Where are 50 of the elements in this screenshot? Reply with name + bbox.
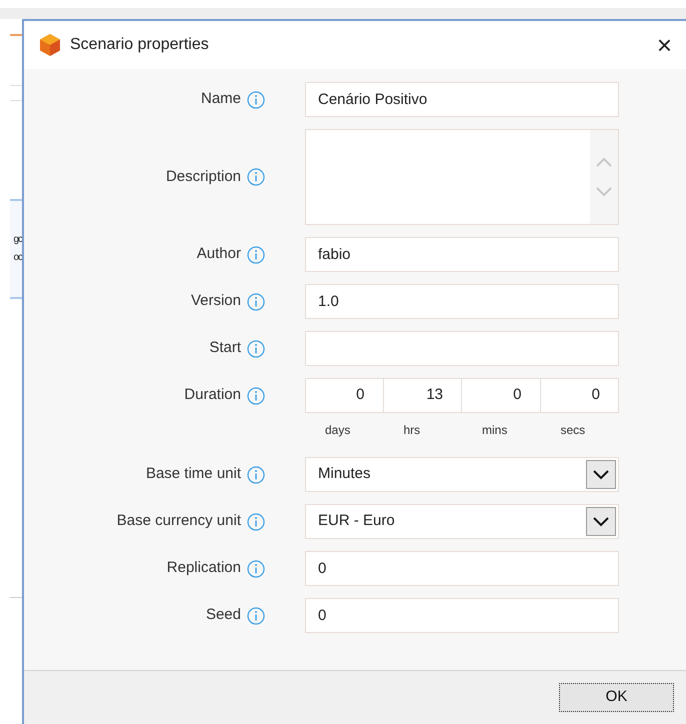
- field-label: Description: [166, 166, 241, 187]
- info-icon[interactable]: [247, 168, 265, 186]
- text-field[interactable]: 1.0: [305, 284, 619, 319]
- info-icon[interactable]: [247, 560, 265, 578]
- chevron-down-icon: [592, 468, 610, 480]
- field-label: Author: [196, 244, 241, 264]
- window-title: Scenario properties: [70, 35, 209, 55]
- ok-button[interactable]: OK: [559, 683, 674, 712]
- text-field[interactable]: [305, 331, 619, 366]
- info-icon[interactable]: [247, 292, 265, 310]
- info-icon[interactable]: [247, 340, 265, 358]
- background-text: gc: [13, 233, 22, 247]
- background-text: oc: [13, 251, 22, 265]
- unit-label: mins: [482, 423, 508, 437]
- field-label: Version: [190, 291, 241, 312]
- dropdown-button[interactable]: [586, 460, 616, 489]
- close-button[interactable]: ×: [656, 32, 672, 58]
- text-field[interactable]: Cenário Positivo: [305, 82, 619, 117]
- info-icon[interactable]: [247, 386, 265, 404]
- text-field[interactable]: 0: [305, 598, 619, 633]
- field-label: Seed: [206, 605, 241, 626]
- unit-label: secs: [560, 423, 586, 437]
- unit-label: days: [325, 423, 350, 437]
- info-icon[interactable]: [247, 512, 265, 530]
- duration-field[interactable]: 0: [462, 378, 540, 413]
- chevron-down-icon: [592, 516, 610, 528]
- text-field[interactable]: fabio: [305, 237, 619, 272]
- select-field[interactable]: Minutes: [305, 457, 619, 492]
- scroll-down-icon: [595, 186, 613, 198]
- duration-field[interactable]: 0: [305, 378, 384, 413]
- duration-field[interactable]: 13: [384, 378, 462, 413]
- info-icon[interactable]: [247, 246, 265, 264]
- field-label: Replication: [166, 558, 241, 578]
- text-field[interactable]: 0: [305, 551, 619, 586]
- field-label: Name: [200, 89, 241, 110]
- info-icon[interactable]: [247, 606, 265, 624]
- dropdown-button[interactable]: [586, 507, 616, 536]
- scrollbar[interactable]: [590, 130, 618, 224]
- select-field[interactable]: EUR - Euro: [305, 504, 619, 539]
- field-label: Base currency unit: [116, 511, 241, 532]
- textarea-field[interactable]: [305, 129, 619, 225]
- field-label: Duration: [184, 385, 241, 406]
- scroll-up-icon: [595, 156, 613, 168]
- unit-label: hrs: [404, 423, 420, 437]
- field-label: Base time unit: [146, 464, 241, 484]
- info-icon[interactable]: [247, 466, 265, 484]
- field-label: Start: [209, 338, 241, 358]
- info-icon[interactable]: [247, 90, 265, 108]
- duration-field[interactable]: 0: [540, 378, 619, 413]
- app-logo-icon: [38, 33, 62, 57]
